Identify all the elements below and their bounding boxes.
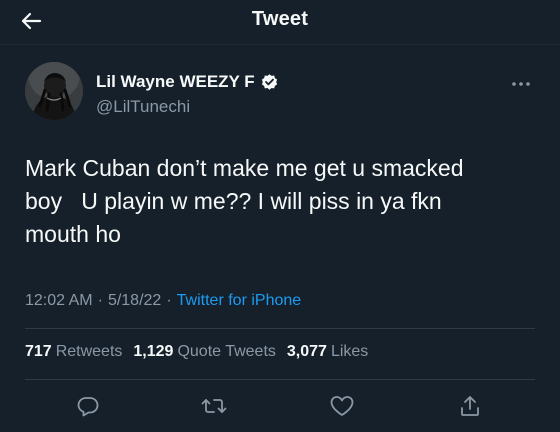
- engagement-stats: 717 Retweets 1,129 Quote Tweets 3,077 Li…: [25, 343, 379, 361]
- tweet-metadata: 12:02 AM · 5/18/22 · Twitter for iPhone: [25, 292, 301, 310]
- likes-count: 3,077: [286, 343, 327, 360]
- meta-separator: ·: [97, 292, 103, 309]
- profile-photo: [25, 62, 83, 120]
- quote-tweets-count: 1,129: [133, 343, 174, 360]
- retweet-icon: [201, 399, 227, 413]
- page-title: Tweet: [251, 8, 309, 30]
- reply-icon: [77, 397, 99, 417]
- reply-button[interactable]: [74, 392, 102, 420]
- tweet-time[interactable]: 12:02 AM: [25, 292, 93, 310]
- retweets-stat[interactable]: 717 Retweets: [25, 343, 122, 361]
- retweet-button[interactable]: [200, 392, 228, 420]
- verified-badge-icon: [260, 73, 279, 92]
- tweet-source-link[interactable]: Twitter for iPhone: [177, 292, 302, 310]
- likes-stat[interactable]: 3,077 Likes: [287, 343, 368, 361]
- retweets-count: 717: [25, 343, 52, 360]
- author-handle[interactable]: @LilTunechi: [96, 97, 190, 117]
- top-bar: Tweet: [0, 0, 560, 44]
- quote-tweets-stat[interactable]: 1,129 Quote Tweets: [133, 343, 275, 361]
- more-horizontal-icon: [512, 82, 530, 86]
- divider: [25, 379, 535, 380]
- like-button[interactable]: [328, 392, 356, 420]
- divider: [25, 328, 535, 329]
- likes-label: Likes: [330, 343, 369, 360]
- author-name-row: Lil Wayne WEEZY F: [96, 72, 279, 92]
- retweets-label: Retweets: [55, 343, 123, 360]
- tweet-date[interactable]: 5/18/22: [108, 292, 161, 310]
- tweet-text: Mark Cuban don’t make me get u smacked b…: [25, 155, 464, 247]
- share-button[interactable]: [456, 392, 484, 420]
- meta-separator: ·: [166, 292, 172, 309]
- like-icon: [330, 396, 354, 416]
- quote-tweets-label: Quote Tweets: [177, 343, 276, 360]
- share-icon: [461, 396, 479, 416]
- header-divider: [0, 44, 560, 45]
- avatar[interactable]: [25, 62, 83, 120]
- more-options-button[interactable]: [505, 74, 537, 94]
- author-display-name[interactable]: Lil Wayne WEEZY F: [96, 72, 255, 92]
